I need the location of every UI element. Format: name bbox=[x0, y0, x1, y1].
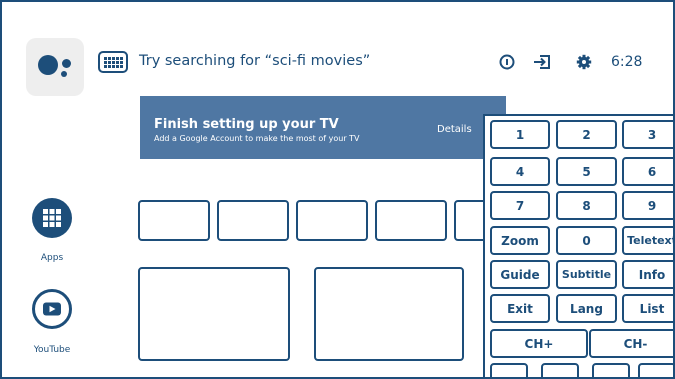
subtitle-key[interactable]: Subtitle bbox=[556, 260, 617, 289]
channel-up-key[interactable]: CH+ bbox=[490, 329, 588, 358]
remote-key-partial[interactable] bbox=[541, 363, 579, 377]
search-prompt[interactable]: Try searching for “sci-fi movies” bbox=[139, 53, 370, 69]
assistant-dot-large bbox=[38, 55, 58, 75]
key-6[interactable]: 6 bbox=[622, 157, 673, 186]
assistant-dot-small bbox=[61, 71, 67, 77]
banner-title: Finish setting up your TV bbox=[154, 117, 339, 132]
youtube-label: YouTube bbox=[33, 345, 71, 355]
exit-key[interactable]: Exit bbox=[490, 294, 550, 323]
apps-button[interactable] bbox=[32, 198, 72, 238]
assistant-dot-medium bbox=[62, 59, 71, 68]
remote-key-partial[interactable] bbox=[490, 363, 528, 377]
key-7[interactable]: 7 bbox=[490, 191, 550, 220]
key-0[interactable]: 0 bbox=[556, 226, 617, 255]
key-1[interactable]: 1 bbox=[490, 120, 550, 149]
content-tile[interactable] bbox=[138, 200, 210, 241]
key-3[interactable]: 3 bbox=[622, 120, 673, 149]
virtual-remote-panel: 1 2 3 4 5 6 7 8 9 Zoom 0 Teletext Guide … bbox=[483, 114, 673, 377]
apps-label: Apps bbox=[40, 253, 64, 263]
input-icon[interactable] bbox=[532, 54, 552, 70]
remote-key-partial[interactable] bbox=[638, 363, 673, 377]
key-2[interactable]: 2 bbox=[556, 120, 617, 149]
key-8[interactable]: 8 bbox=[556, 191, 617, 220]
content-tile[interactable] bbox=[296, 200, 368, 241]
keyboard-icon[interactable] bbox=[98, 51, 128, 73]
banner-subtitle: Add a Google Account to make the most of… bbox=[154, 134, 360, 143]
youtube-play-icon bbox=[43, 302, 61, 316]
teletext-key[interactable]: Teletext bbox=[622, 226, 673, 255]
apps-grid-icon bbox=[43, 209, 61, 227]
content-tile[interactable] bbox=[375, 200, 447, 241]
youtube-button[interactable] bbox=[32, 289, 72, 329]
setup-banner[interactable]: Finish setting up your TV Add a Google A… bbox=[140, 96, 506, 159]
settings-icon[interactable] bbox=[576, 54, 592, 70]
content-tile[interactable] bbox=[217, 200, 289, 241]
large-content-tile[interactable] bbox=[138, 267, 290, 361]
list-key[interactable]: List bbox=[622, 294, 673, 323]
channel-down-key[interactable]: CH- bbox=[589, 329, 673, 358]
zoom-key[interactable]: Zoom bbox=[490, 226, 550, 255]
google-assistant-button[interactable] bbox=[26, 38, 84, 96]
remote-key-partial[interactable] bbox=[592, 363, 630, 377]
info-icon[interactable] bbox=[499, 54, 515, 70]
banner-details-link[interactable]: Details bbox=[437, 124, 472, 135]
key-9[interactable]: 9 bbox=[622, 191, 673, 220]
info-key[interactable]: Info bbox=[622, 260, 673, 289]
guide-key[interactable]: Guide bbox=[490, 260, 550, 289]
large-content-tile[interactable] bbox=[314, 267, 464, 361]
clock: 6:28 bbox=[611, 54, 643, 70]
key-4[interactable]: 4 bbox=[490, 157, 550, 186]
key-5[interactable]: 5 bbox=[556, 157, 617, 186]
lang-key[interactable]: Lang bbox=[556, 294, 617, 323]
tv-home-screen: Try searching for “sci-fi movies” 6:28 F… bbox=[0, 0, 675, 379]
